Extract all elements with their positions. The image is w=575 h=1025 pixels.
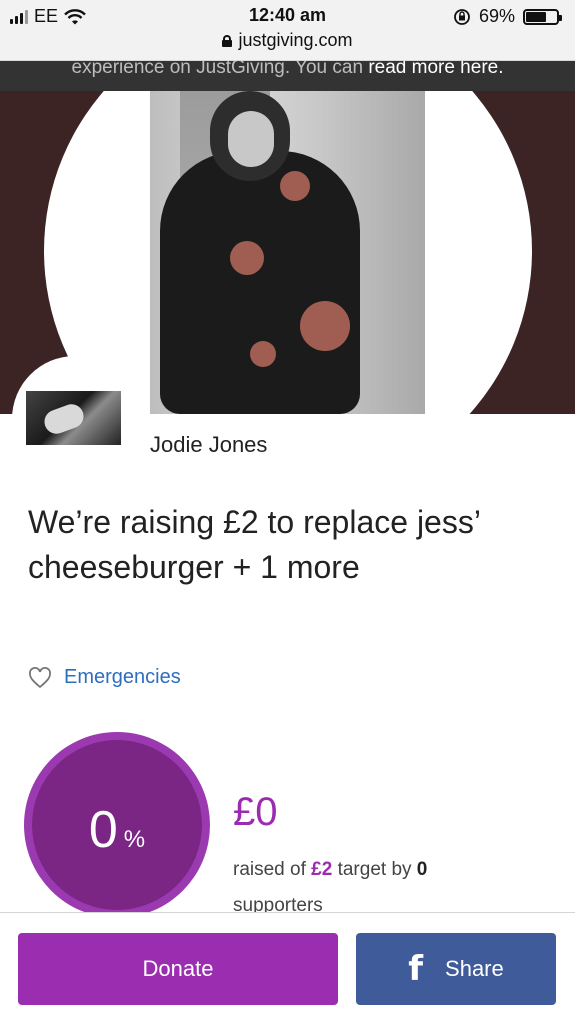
battery-percent: 69% (478, 6, 515, 26)
banner-read-more-link[interactable]: read more here. (368, 61, 503, 78)
status-right: 69% (453, 6, 562, 27)
donate-label: Donate (142, 956, 214, 981)
target-amount: £2 (311, 859, 333, 880)
url-text: justgiving.com (238, 30, 353, 50)
orientation-lock-icon (454, 8, 470, 25)
progress-ring: 0% (24, 732, 210, 918)
battery-icon (523, 8, 562, 25)
share-button[interactable]: f Share (356, 933, 556, 1005)
browser-status-bar: EE 12:40 am 69% justgiving.com (0, 0, 575, 61)
owner-name[interactable]: Jodie Jones (150, 432, 267, 458)
banner-text: experience on JustGiving. You can (71, 61, 369, 78)
lock-icon (222, 34, 233, 47)
battery-level (526, 11, 547, 22)
page-title: We’re raising £2 to replace jess’ cheese… (28, 504, 480, 585)
raised-prefix: raised of (233, 859, 312, 880)
avatar[interactable] (26, 391, 121, 445)
supporters-count: 0 (416, 859, 428, 880)
percent-symbol: % (123, 826, 146, 853)
facebook-icon: f (408, 949, 424, 989)
raised-amount: £0 (233, 790, 278, 834)
progress-ring-inner: 0% (32, 740, 202, 910)
cover-photo (150, 91, 425, 414)
percent-value: 0 (88, 801, 118, 859)
share-label: Share (445, 956, 504, 981)
donate-button[interactable]: Donate (18, 933, 338, 1005)
category-link[interactable]: Emergencies (64, 666, 181, 689)
cookie-banner: experience on JustGiving. You can read m… (0, 61, 575, 91)
action-footer: Donate f Share (0, 912, 575, 1025)
address-bar[interactable]: justgiving.com (0, 30, 575, 51)
category-tag[interactable]: Emergencies (28, 666, 181, 689)
progress-percent: 0% (32, 800, 202, 860)
raised-middle: target by (332, 859, 417, 880)
heart-icon (29, 666, 51, 688)
